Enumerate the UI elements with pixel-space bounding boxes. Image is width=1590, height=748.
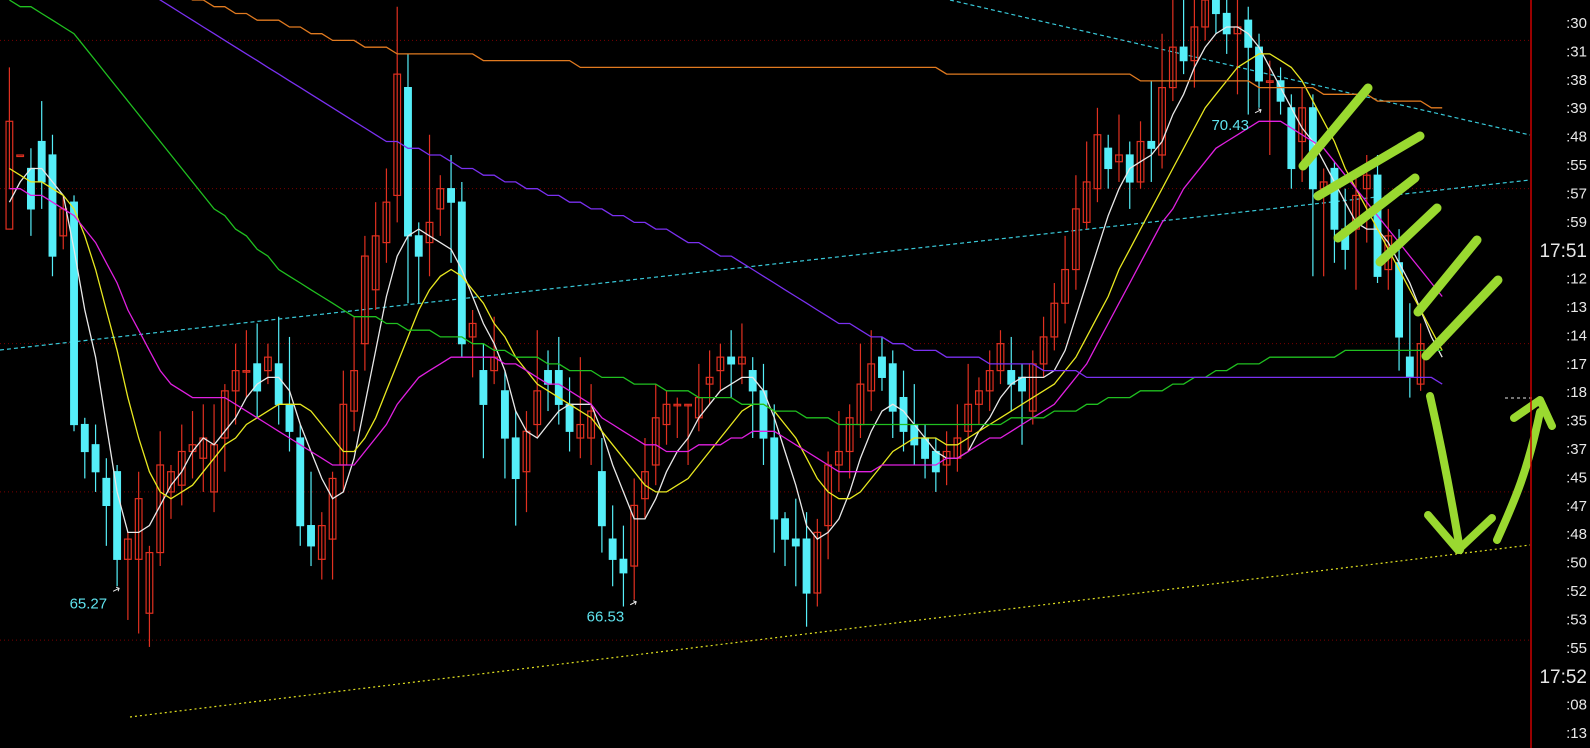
y-axis-tick-label: :13: [1566, 725, 1587, 742]
candle-body: [1287, 107, 1296, 170]
candle-body: [1104, 147, 1113, 170]
candle-body: [274, 363, 283, 405]
y-axis-tick-label: :17: [1566, 356, 1587, 373]
candle-body: [91, 444, 100, 473]
y-axis-tick-label: :57: [1566, 185, 1587, 202]
candle-body: [727, 356, 736, 365]
low-price-label: 70.43: [1211, 117, 1249, 134]
y-axis-tick-label: :31: [1566, 43, 1587, 60]
candle-body: [113, 471, 122, 560]
candle-body: [1211, 0, 1220, 15]
y-axis-tick-label: :55: [1566, 157, 1587, 174]
candle-body: [608, 538, 617, 560]
y-axis-tick-label: :52: [1566, 583, 1587, 600]
y-axis-tick-label: :39: [1566, 100, 1587, 117]
y-axis-tick-label: :48: [1566, 526, 1587, 543]
y-axis-tick-label: :45: [1566, 469, 1587, 486]
candle-body: [597, 471, 606, 527]
candle-body: [781, 518, 789, 540]
low-price-label: 66.53: [587, 609, 625, 626]
y-axis-tick-label: :08: [1566, 697, 1587, 714]
y-axis-tick-label: :12: [1566, 271, 1587, 288]
candle-body: [802, 538, 811, 594]
y-axis-tick-label: :18: [1566, 384, 1587, 401]
candle-body: [102, 477, 111, 507]
candle-body: [878, 356, 886, 378]
y-axis-tick-label: 17:51: [1539, 241, 1587, 262]
candle-body: [770, 437, 779, 520]
candle-body: [285, 403, 294, 432]
y-axis-tick-label: :48: [1566, 129, 1587, 146]
candle-body: [37, 140, 46, 183]
y-axis-tick-label: :50: [1566, 555, 1587, 572]
candle-body: [1179, 46, 1188, 62]
candle-body: [48, 154, 57, 257]
candle-body: [1405, 356, 1414, 378]
y-axis-tick-label: :47: [1566, 498, 1587, 515]
chart-area[interactable]: 65.27 66.53 70.43 :30 :31 :38 :39 :48 :55 :57 :59…: [0, 0, 1590, 748]
y-axis-tick-label: :35: [1566, 413, 1587, 430]
candle-body: [565, 403, 574, 432]
y-axis-tick-label: :53: [1566, 611, 1587, 628]
candlestick-chart[interactable]: 65.27 66.53 70.43 :30 :31 :38 :39 :48 :55 :57 :59…: [0, 0, 1590, 748]
candle-body: [479, 370, 488, 405]
y-axis-tick-label: 17:52: [1539, 667, 1587, 688]
candle-body: [791, 538, 800, 547]
candle-body: [404, 87, 412, 237]
y-axis-tick-label: :55: [1566, 640, 1587, 657]
candle-body: [511, 437, 520, 480]
candle: [48, 134, 57, 277]
candle-body: [500, 390, 509, 439]
candle-body: [26, 167, 35, 210]
candle-body: [307, 525, 315, 547]
low-price-label: 65.27: [70, 595, 108, 612]
y-axis-tick-label: :13: [1566, 299, 1587, 316]
y-axis-tick-label: :30: [1566, 15, 1587, 32]
candle-body: [457, 201, 466, 345]
candle-body: [296, 437, 305, 527]
candle-body: [414, 235, 423, 257]
candle: [70, 195, 78, 432]
candle-body: [931, 450, 940, 473]
candle-body: [447, 188, 456, 203]
y-axis-tick-label: :37: [1566, 441, 1587, 458]
candle-body: [80, 423, 89, 453]
candle-body: [1222, 12, 1231, 35]
y-axis-tick-label: :38: [1566, 72, 1587, 89]
y-axis-tick-label: :59: [1566, 214, 1587, 231]
candle-body: [1147, 140, 1156, 149]
candle-body: [619, 558, 628, 574]
y-axis-tick-label: :14: [1566, 327, 1587, 344]
